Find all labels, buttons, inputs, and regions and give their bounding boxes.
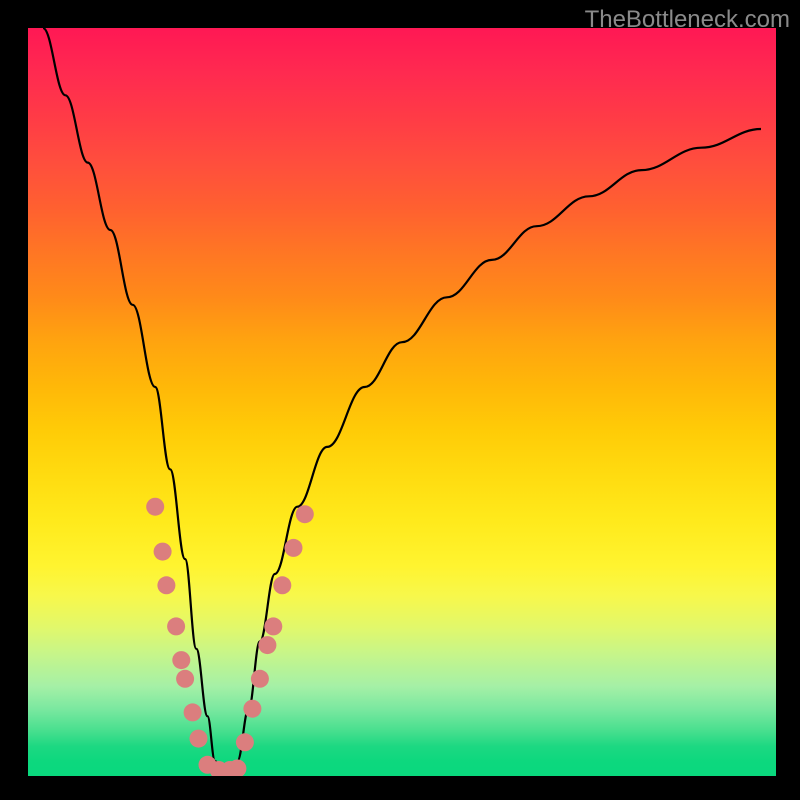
marker-dot — [285, 539, 303, 557]
marker-dot — [251, 670, 269, 688]
marker-group — [146, 498, 314, 776]
marker-dot — [167, 617, 185, 635]
plot-area — [28, 28, 776, 776]
marker-dot — [236, 733, 254, 751]
curve-svg — [28, 28, 776, 776]
marker-dot — [176, 670, 194, 688]
watermark-text: TheBottleneck.com — [585, 6, 790, 34]
marker-dot — [243, 700, 261, 718]
marker-dot — [172, 651, 190, 669]
marker-dot — [157, 576, 175, 594]
bottleneck-curve — [43, 28, 761, 776]
marker-dot — [154, 543, 172, 561]
marker-dot — [296, 505, 314, 523]
marker-dot — [146, 498, 164, 516]
marker-dot — [264, 617, 282, 635]
marker-dot — [184, 703, 202, 721]
marker-dot — [190, 730, 208, 748]
marker-dot — [258, 636, 276, 654]
marker-dot — [273, 576, 291, 594]
